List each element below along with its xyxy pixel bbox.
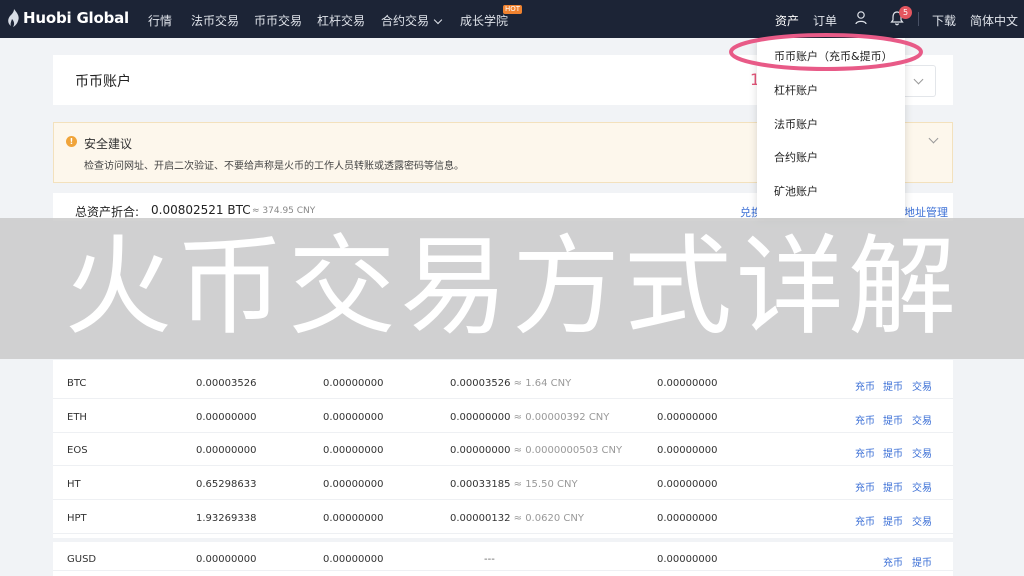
other-value: 0.00000000 xyxy=(657,445,718,456)
language-selector[interactable]: 简体中文 xyxy=(970,12,1018,29)
frozen-value: 0.00000000 xyxy=(323,378,384,389)
nav-item-orders[interactable]: 订单 xyxy=(813,12,837,29)
available-value: 0.00000000 xyxy=(196,412,257,423)
nav-item-assets[interactable]: 资产 xyxy=(775,12,799,29)
withdraw-link[interactable]: 提币 xyxy=(883,445,903,460)
cny-estimate: ≈ 0.0000000503 CNY xyxy=(513,445,623,456)
withdraw-link[interactable]: 提币 xyxy=(912,554,932,569)
trade-link[interactable]: 交易 xyxy=(912,412,932,427)
frozen-value: 0.00000000 xyxy=(323,479,384,490)
btc-value-empty: --- xyxy=(484,554,495,565)
deposit-link[interactable]: 充币 xyxy=(855,479,875,494)
table-row: BTC 0.00003526 0.00000000 0.00003526 ≈ 1… xyxy=(53,366,953,399)
frozen-value: 0.00000000 xyxy=(323,412,384,423)
nav-item-contract[interactable]: 合约交易 xyxy=(381,12,443,29)
btc-value: 0.00003526 ≈ 1.64 CNY xyxy=(450,378,571,389)
menu-item-margin-account[interactable]: 杠杆账户 xyxy=(774,82,818,98)
withdraw-link[interactable]: 提币 xyxy=(883,479,903,494)
btc-value-amount: 0.00033185 xyxy=(450,479,511,490)
coin-name: HT xyxy=(67,479,81,490)
cny-estimate: ≈ 15.50 CNY xyxy=(513,479,578,490)
notice-title: 安全建议 xyxy=(84,137,133,151)
deposit-link[interactable]: 充币 xyxy=(855,513,875,528)
table-row: EOS 0.00000000 0.00000000 0.00000000 ≈ 0… xyxy=(53,433,953,466)
coin-name: GUSD xyxy=(67,554,97,565)
available-value: 0.00000000 xyxy=(196,554,257,565)
trade-link[interactable]: 交易 xyxy=(912,378,932,393)
frozen-value: 0.00000000 xyxy=(323,554,384,565)
nav-item-otc[interactable]: 法币交易 xyxy=(191,12,239,29)
coin-name: BTC xyxy=(67,378,87,389)
cny-estimate: ≈ 1.64 CNY xyxy=(513,378,572,389)
available-value: 1.93269338 xyxy=(196,513,257,524)
other-value: 0.00000000 xyxy=(657,412,718,423)
other-value: 0.00000000 xyxy=(657,479,718,490)
deposit-link[interactable]: 充币 xyxy=(855,412,875,427)
cny-estimate: ≈ 0.00000392 CNY xyxy=(513,412,610,423)
user-icon[interactable] xyxy=(855,11,867,25)
flame-icon xyxy=(8,9,19,27)
withdraw-link[interactable]: 提币 xyxy=(883,412,903,427)
trade-link[interactable]: 交易 xyxy=(912,479,932,494)
nav-divider xyxy=(918,12,919,26)
notification-badge: 5 xyxy=(899,6,912,19)
warning-icon: ! xyxy=(66,136,77,147)
btc-value-amount: 0.00000000 xyxy=(450,445,511,456)
menu-item-contract-account[interactable]: 合约账户 xyxy=(774,149,818,165)
nav-item-market[interactable]: 行情 xyxy=(148,12,172,29)
trade-link[interactable]: 交易 xyxy=(912,513,932,528)
trade-link[interactable]: 交易 xyxy=(912,445,932,460)
cny-estimate: ≈ 0.0620 CNY xyxy=(513,513,584,524)
logo-text: Huobi Global xyxy=(23,9,129,27)
deposit-link[interactable]: 充币 xyxy=(855,378,875,393)
nav-item-contract-label: 合约交易 xyxy=(381,14,430,28)
hot-badge: HOT xyxy=(503,5,523,14)
btc-value: 0.00000000 ≈ 0.00000392 CNY xyxy=(450,412,609,423)
chevron-down-icon[interactable] xyxy=(928,133,939,144)
total-assets-cny: ≈ 374.95 CNY xyxy=(252,206,316,216)
highlight-ellipse xyxy=(729,33,923,71)
other-value: 0.00000000 xyxy=(657,513,718,524)
table-row: GUSD 0.00000000 0.00000000 --- 0.0000000… xyxy=(53,538,953,571)
title-banner: 火币交易方式详解 xyxy=(0,218,1024,359)
total-assets-btc: 0.00802521 BTC xyxy=(151,203,251,217)
banner-title: 火币交易方式详解 xyxy=(63,225,960,350)
coin-name: ETH xyxy=(67,412,87,423)
coin-name: EOS xyxy=(67,445,88,456)
table-row: HT 0.65298633 0.00000000 0.00033185 ≈ 15… xyxy=(53,467,953,500)
nav-item-margin[interactable]: 杠杆交易 xyxy=(317,12,365,29)
btc-value: 0.00033185 ≈ 15.50 CNY xyxy=(450,479,578,490)
deposit-link[interactable]: 充币 xyxy=(855,445,875,460)
withdraw-link[interactable]: 提币 xyxy=(883,378,903,393)
withdraw-link[interactable]: 提币 xyxy=(883,513,903,528)
huobi-logo[interactable]: Huobi Global xyxy=(8,9,129,27)
deposit-link[interactable]: 充币 xyxy=(883,554,903,569)
other-value: 0.00000000 xyxy=(657,378,718,389)
nav-item-academy[interactable]: 成长学院 xyxy=(460,12,508,29)
balance-table: BTC 0.00003526 0.00000000 0.00003526 ≈ 1… xyxy=(53,360,953,576)
notice-text: 检查访问网址、开启二次验证、不要给声称是火币的工作人员转账或透露密码等信息。 xyxy=(84,161,464,172)
available-value: 0.00003526 xyxy=(196,378,257,389)
frozen-value: 0.00000000 xyxy=(323,445,384,456)
table-row: HPT 1.93269338 0.00000000 0.00000132 ≈ 0… xyxy=(53,501,953,534)
btc-value-amount: 0.00003526 xyxy=(450,378,511,389)
coin-name: HPT xyxy=(67,513,87,524)
available-value: 0.00000000 xyxy=(196,445,257,456)
chevron-down-icon xyxy=(433,15,443,25)
nav-item-download[interactable]: 下载 xyxy=(932,12,956,29)
menu-item-pool-account[interactable]: 矿池账户 xyxy=(774,183,818,199)
btc-value-amount: 0.00000000 xyxy=(450,412,511,423)
table-row: ETH 0.00000000 0.00000000 0.00000000 ≈ 0… xyxy=(53,400,953,433)
menu-item-otc-account[interactable]: 法币账户 xyxy=(774,116,818,132)
frozen-value: 0.00000000 xyxy=(323,513,384,524)
page-title: 币币账户 xyxy=(75,74,131,90)
available-value: 0.65298633 xyxy=(196,479,257,490)
nav-item-exchange[interactable]: 币币交易 xyxy=(254,12,302,29)
btc-value: 0.00000132 ≈ 0.0620 CNY xyxy=(450,513,584,524)
btc-value: 0.00000000 ≈ 0.0000000503 CNY xyxy=(450,445,622,456)
btc-value-amount: 0.00000132 xyxy=(450,513,511,524)
other-value: 0.00000000 xyxy=(657,554,718,565)
